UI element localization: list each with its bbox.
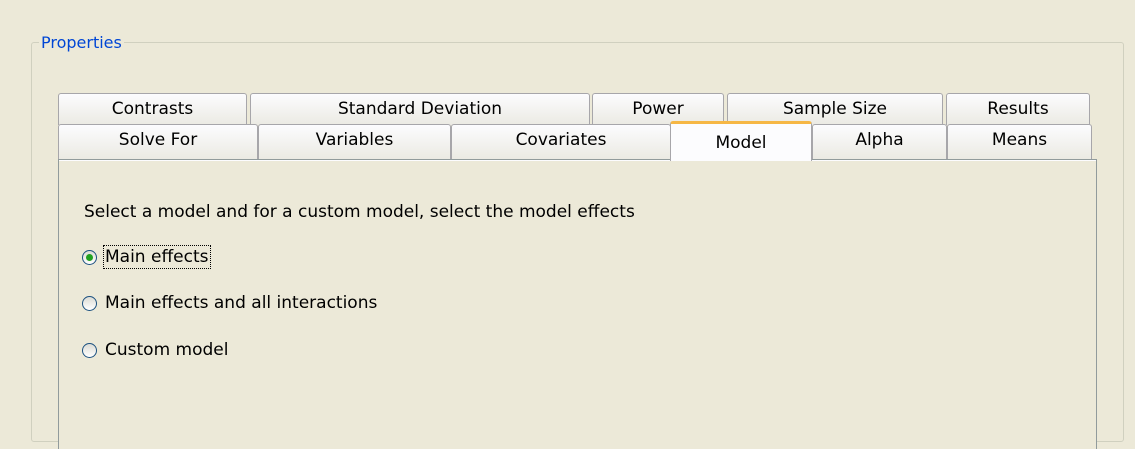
tab-means[interactable]: Means (947, 124, 1092, 159)
radio-label-main-effects[interactable]: Main effects (103, 245, 211, 269)
tab-alpha[interactable]: Alpha (812, 124, 947, 159)
tab-standard-deviation[interactable]: Standard Deviation (250, 93, 590, 125)
radio-option-custom-model[interactable]: Custom model (82, 337, 229, 363)
radio-option-main-effects[interactable]: Main effects (82, 244, 211, 270)
radio-dot-icon (86, 253, 93, 261)
radio-checked-icon[interactable] (82, 249, 97, 265)
tab-results[interactable]: Results (946, 93, 1090, 125)
properties-group-title: Properties (39, 33, 124, 53)
radio-unchecked-icon[interactable] (82, 295, 97, 311)
radio-label-custom-model[interactable]: Custom model (104, 339, 229, 361)
radio-option-main-effects-all-interactions[interactable]: Main effects and all interactions (82, 290, 378, 316)
tab-model[interactable]: Model (670, 121, 812, 161)
tab-contrasts[interactable]: Contrasts (58, 93, 247, 125)
tab-solve-for[interactable]: Solve For (58, 124, 258, 159)
tab-covariates[interactable]: Covariates (451, 124, 671, 159)
tab-variables[interactable]: Variables (258, 124, 451, 159)
model-instructions: Select a model and for a custom model, s… (84, 202, 635, 222)
radio-unchecked-icon[interactable] (82, 342, 97, 358)
radio-label-main-effects-all-interactions[interactable]: Main effects and all interactions (104, 292, 378, 314)
